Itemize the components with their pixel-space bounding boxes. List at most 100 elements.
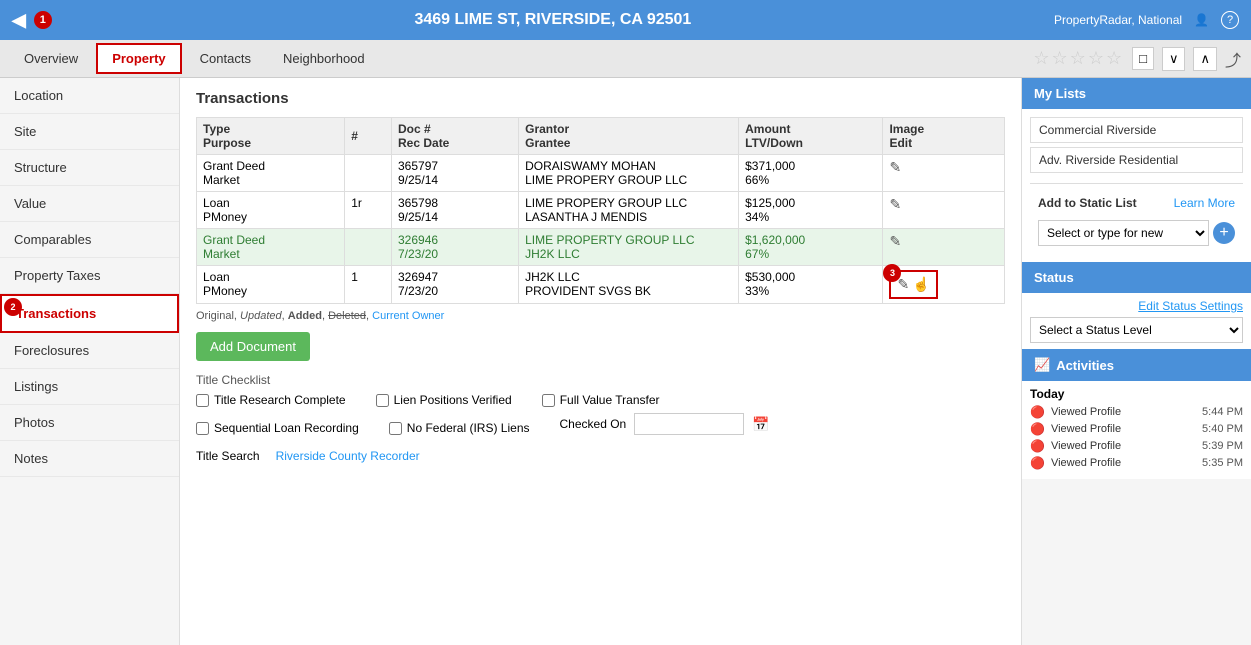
row2-grantor: LIME PROPERY GROUP LLC LASANTHA J MENDIS <box>519 192 739 229</box>
no-federal-checkbox[interactable] <box>389 422 402 435</box>
row4-ltv-text: 33% <box>745 284 769 298</box>
row3-edit-button[interactable]: ✎ <box>889 233 901 250</box>
nav-icon-up[interactable]: ∧ <box>1193 47 1217 71</box>
header-address: 3469 LIME ST, RIVERSIDE, CA 92501 <box>52 11 1054 29</box>
row1-edit: ✎ <box>883 155 1005 192</box>
edit-status-link[interactable]: Edit Status Settings <box>1030 299 1243 313</box>
col-image-edit: Image Edit <box>883 118 1005 155</box>
tab-property[interactable]: Property <box>96 43 181 74</box>
row2-edit-button[interactable]: ✎ <box>889 196 901 213</box>
row4-edit-button[interactable]: ✎ <box>897 276 909 293</box>
sidebar-item-listings[interactable]: Listings <box>0 369 179 405</box>
sidebar-item-location[interactable]: Location <box>0 78 179 114</box>
title-research-checkbox[interactable] <box>196 394 209 407</box>
sidebar-item-photos[interactable]: Photos <box>0 405 179 441</box>
status-select[interactable]: Select a Status Level <box>1030 317 1243 343</box>
help-icon[interactable]: ? <box>1221 11 1239 29</box>
activity-icon: 🔴 <box>1030 405 1045 419</box>
add-static-row: Add to Static List Learn More <box>1030 190 1243 216</box>
row2-num: 1r <box>345 192 392 229</box>
sidebar-item-site[interactable]: Site <box>0 114 179 150</box>
checklist-full-value[interactable]: Full Value Transfer <box>542 393 660 407</box>
checked-on-row: Checked On 📅 <box>560 413 770 435</box>
row4-doc: 326947 7/23/20 <box>392 266 519 304</box>
activity-row: 🔴 Viewed Profile 5:40 PM <box>1030 422 1243 436</box>
add-document-button[interactable]: Add Document <box>196 332 310 361</box>
row1-date-text: 9/25/14 <box>398 173 438 187</box>
riverside-recorder-link[interactable]: Riverside County Recorder <box>276 449 420 463</box>
col-grantee-line2: Grantee <box>525 136 570 150</box>
my-lists-content: Commercial Riverside Adv. Riverside Resi… <box>1022 109 1251 262</box>
legend-deleted: Deleted <box>328 310 366 322</box>
header-left: ◀ 1 <box>12 10 52 31</box>
back-button[interactable]: ◀ <box>12 10 26 31</box>
my-lists-header: My Lists <box>1022 78 1251 109</box>
tab-neighborhood[interactable]: Neighborhood <box>269 45 379 72</box>
star-rating[interactable]: ☆☆☆☆☆ <box>1033 48 1124 69</box>
nav-icon-square[interactable]: □ <box>1132 47 1154 70</box>
checklist-lien-positions[interactable]: Lien Positions Verified <box>376 393 512 407</box>
col-doc: Doc # Rec Date <box>392 118 519 155</box>
status-header: Status <box>1022 262 1251 293</box>
learn-more-link[interactable]: Learn More <box>1174 196 1235 210</box>
row1-amount: $371,000 66% <box>739 155 883 192</box>
right-panel: My Lists Commercial Riverside Adv. River… <box>1021 78 1251 645</box>
status-content: Edit Status Settings Select a Status Lev… <box>1022 293 1251 349</box>
tab-contacts[interactable]: Contacts <box>186 45 265 72</box>
status-section: Status Edit Status Settings Select a Sta… <box>1022 262 1251 349</box>
activity-time: 5:35 PM <box>1202 457 1243 469</box>
sidebar-item-foreclosures[interactable]: Foreclosures <box>0 333 179 369</box>
col-num: # <box>345 118 392 155</box>
calendar-icon[interactable]: 📅 <box>752 416 769 433</box>
sidebar-item-transactions[interactable]: 2 Transactions <box>0 294 179 333</box>
nav-icon-down[interactable]: ∨ <box>1162 47 1186 71</box>
row3-doc-text: 326946 <box>398 233 438 247</box>
sidebar-item-notes[interactable]: Notes <box>0 441 179 477</box>
sidebar-item-structure[interactable]: Structure <box>0 150 179 186</box>
row3-purpose-text: Market <box>203 247 240 261</box>
row2-type: Loan PMoney <box>197 192 345 229</box>
checklist-row-1: Title Research Complete Lien Positions V… <box>196 393 1005 407</box>
row1-grantor: DORAISWAMY MOHAN LIME PROPERY GROUP LLC <box>519 155 739 192</box>
row4-doc-text: 326947 <box>398 270 438 284</box>
lien-positions-label: Lien Positions Verified <box>394 393 512 407</box>
activities-content: Today 🔴 Viewed Profile 5:44 PM 🔴 Viewed … <box>1022 381 1251 479</box>
activity-row: 🔴 Viewed Profile 5:39 PM <box>1030 439 1243 453</box>
list-select[interactable]: Select or type for new <box>1038 220 1209 246</box>
row3-doc: 326946 7/23/20 <box>392 229 519 266</box>
row4-amount: $530,000 33% <box>739 266 883 304</box>
legend-added: Added <box>288 310 322 322</box>
row3-grantor: LIME PROPERTY GROUP LLC JH2K LLC <box>519 229 739 266</box>
checklist-sequential-loan[interactable]: Sequential Loan Recording <box>196 421 359 435</box>
add-to-list-button[interactable]: + <box>1213 222 1235 244</box>
list-item[interactable]: Commercial Riverside <box>1030 117 1243 143</box>
sidebar-item-transactions-label: Transactions <box>16 306 96 321</box>
checklist-no-federal[interactable]: No Federal (IRS) Liens <box>389 421 530 435</box>
row4-amount-text: $530,000 <box>745 270 795 284</box>
share-button[interactable]: ⤴ <box>1225 47 1241 71</box>
row3-date-text: 7/23/20 <box>398 247 438 261</box>
row2-amount-text: $125,000 <box>745 196 795 210</box>
checked-on-input[interactable] <box>634 413 744 435</box>
row1-edit-button[interactable]: ✎ <box>889 159 901 176</box>
row1-ltv-text: 66% <box>745 173 769 187</box>
row3-ltv-text: 67% <box>745 247 769 261</box>
sidebar-item-value[interactable]: Value <box>0 186 179 222</box>
checklist-title-research[interactable]: Title Research Complete <box>196 393 346 407</box>
row2-grantor-text: LIME PROPERY GROUP LLC <box>525 196 687 210</box>
sequential-loan-checkbox[interactable] <box>196 422 209 435</box>
section-title: Transactions <box>196 90 1005 107</box>
col-image-line1: Image <box>889 122 924 136</box>
lien-positions-checkbox[interactable] <box>376 394 389 407</box>
tab-overview[interactable]: Overview <box>10 45 92 72</box>
nav-tabs-left: Overview Property Contacts Neighborhood <box>10 43 379 74</box>
activities-section: 📈 Activities Today 🔴 Viewed Profile 5:44… <box>1022 349 1251 479</box>
row1-doc: 365797 9/25/14 <box>392 155 519 192</box>
row2-edit: ✎ <box>883 192 1005 229</box>
title-checklist-title: Title Checklist <box>196 373 1005 387</box>
full-value-checkbox[interactable] <box>542 394 555 407</box>
sidebar-item-property-taxes[interactable]: Property Taxes <box>0 258 179 294</box>
list-item[interactable]: Adv. Riverside Residential <box>1030 147 1243 173</box>
sidebar-item-comparables[interactable]: Comparables <box>0 222 179 258</box>
activity-text: Viewed Profile <box>1051 457 1196 469</box>
